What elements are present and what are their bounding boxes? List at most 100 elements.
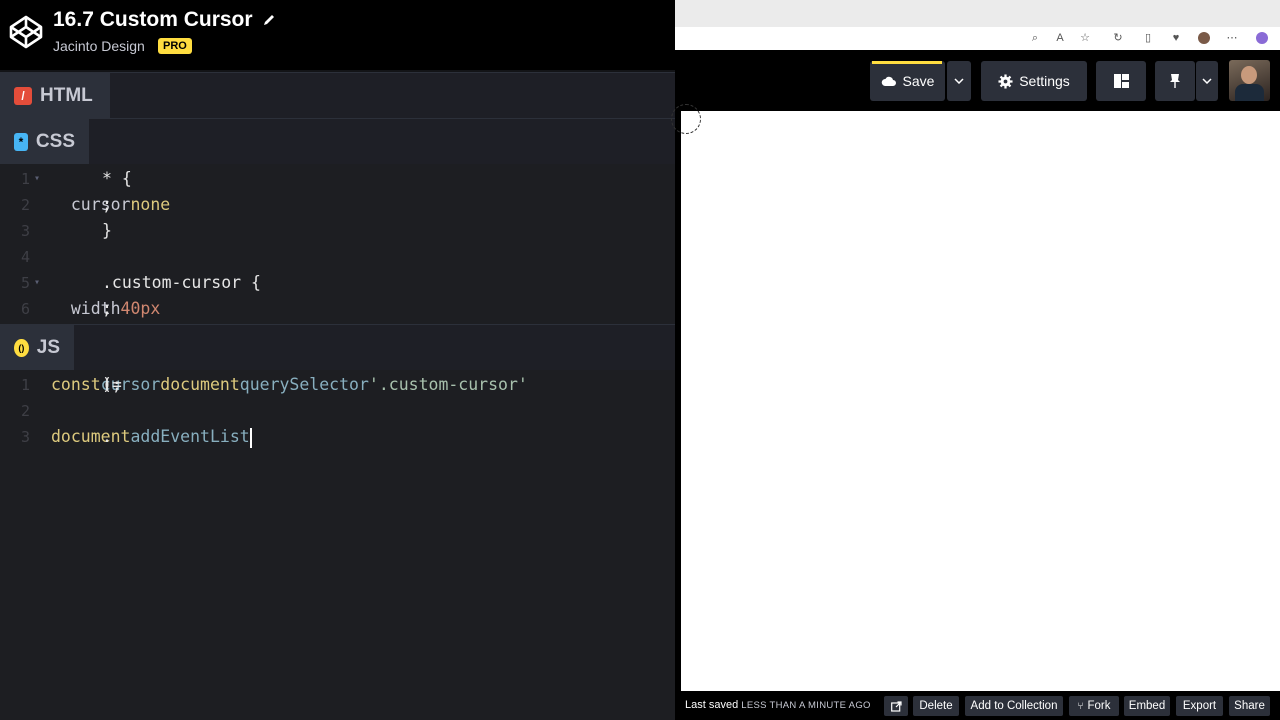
code-token: document bbox=[160, 375, 240, 394]
add-to-collection-button[interactable]: Add to Collection bbox=[965, 696, 1063, 716]
code-line[interactable]: 5 ▾ .custom-cursor { bbox=[0, 270, 675, 296]
pin-button[interactable] bbox=[1155, 61, 1195, 101]
code-token: . bbox=[102, 427, 112, 446]
browser-address-bar[interactable] bbox=[675, 27, 1280, 50]
code-line[interactable]: 6 width: 40px; bbox=[0, 296, 675, 322]
code-token: document bbox=[51, 427, 131, 446]
user-avatar[interactable] bbox=[1229, 60, 1270, 101]
code-token: querySelector bbox=[239, 375, 369, 394]
result-preview[interactable] bbox=[681, 111, 1280, 691]
gear-icon bbox=[998, 73, 1013, 89]
chevron-down-icon bbox=[1202, 78, 1212, 84]
line-number: 1 bbox=[20, 376, 30, 394]
code-text: document. addEventList bbox=[51, 424, 252, 450]
favorite-star-icon[interactable]: ☆ bbox=[1079, 32, 1091, 44]
delete-button[interactable]: Delete bbox=[913, 696, 959, 716]
tab-html[interactable]: / HTML bbox=[0, 73, 110, 119]
pin-icon bbox=[1170, 74, 1180, 88]
pen-header: 16.7 Custom Cursor Jacinto Design PRO bbox=[0, 0, 675, 70]
code-line[interactable]: 3} bbox=[0, 218, 675, 244]
line-number: 1 bbox=[20, 170, 30, 188]
tab-html-label: HTML bbox=[40, 85, 93, 106]
code-text: width: 40px; bbox=[51, 296, 160, 322]
line-number: 3 bbox=[20, 428, 30, 446]
line-number: 4 bbox=[20, 248, 30, 266]
line-number: 2 bbox=[20, 196, 30, 214]
layout-icon bbox=[1113, 74, 1129, 88]
fold-arrow-icon[interactable]: ▾ bbox=[34, 270, 40, 296]
css-editor[interactable]: 1 ▾ * {2 cursor: none; 3} 4 5 ▾ .custom-cursor … bbox=[0, 164, 675, 324]
fork-icon: ⑂ bbox=[1077, 700, 1084, 712]
html-panel-header[interactable]: / HTML bbox=[0, 72, 675, 119]
code-line[interactable]: 4 bbox=[0, 244, 675, 270]
fork-button[interactable]: ⑂ Fork bbox=[1069, 696, 1119, 716]
editor-column: 16.7 Custom Cursor Jacinto Design PRO / … bbox=[0, 0, 675, 720]
code-token: ); bbox=[102, 375, 122, 394]
split-screen-icon[interactable]: ▯ bbox=[1142, 32, 1154, 44]
custom-cursor-ring bbox=[671, 104, 701, 134]
refresh-icon[interactable]: ↻ bbox=[1112, 32, 1124, 44]
line-number: 5 bbox=[20, 274, 30, 292]
last-saved-status: Last saved LESS THAN A MINUTE AGO bbox=[685, 699, 871, 711]
code-token: const bbox=[51, 375, 101, 394]
author-name[interactable]: Jacinto Design bbox=[53, 38, 145, 54]
embed-button[interactable]: Embed bbox=[1124, 696, 1170, 716]
change-view-button[interactable] bbox=[1096, 61, 1146, 101]
code-token: addEventList bbox=[130, 427, 250, 446]
code-token: .custom-cursor { bbox=[102, 273, 261, 292]
code-line[interactable]: 2 bbox=[0, 398, 675, 424]
save-button[interactable]: Save bbox=[870, 61, 945, 101]
code-text: const cursor = document. querySelector('.… bbox=[51, 372, 528, 398]
code-line[interactable]: 1 ▾ * { bbox=[0, 166, 675, 192]
tab-css[interactable]: * CSS bbox=[0, 119, 89, 165]
code-line[interactable]: 3 document. addEventList bbox=[0, 424, 675, 450]
profile-icon[interactable] bbox=[1198, 32, 1210, 44]
code-token: '.custom-cursor' bbox=[368, 375, 528, 394]
code-token: * { bbox=[102, 169, 132, 188]
code-line[interactable]: 2 cursor: none; bbox=[0, 192, 675, 218]
pin-options-dropdown[interactable] bbox=[1196, 61, 1218, 101]
pen-title[interactable]: 16.7 Custom Cursor bbox=[53, 8, 253, 32]
save-options-dropdown[interactable] bbox=[947, 61, 971, 101]
pro-badge: PRO bbox=[158, 38, 192, 54]
text-caret bbox=[249, 427, 252, 448]
save-button-label: Save bbox=[902, 73, 935, 89]
codepen-logo-icon[interactable] bbox=[8, 14, 44, 50]
line-number: 6 bbox=[20, 300, 30, 318]
settings-button[interactable]: Settings bbox=[981, 61, 1087, 101]
zoom-icon[interactable]: ⌕ bbox=[1029, 32, 1041, 44]
more-options-icon[interactable]: ⋯ bbox=[1226, 32, 1238, 44]
collections-icon[interactable]: ♥ bbox=[1170, 32, 1182, 44]
settings-button-label: Settings bbox=[1019, 73, 1070, 89]
copilot-icon[interactable] bbox=[1256, 32, 1268, 44]
code-token: none bbox=[130, 195, 171, 214]
read-aloud-icon[interactable]: A bbox=[1054, 32, 1066, 44]
export-button[interactable]: Export bbox=[1176, 696, 1223, 716]
tab-css-label: CSS bbox=[35, 131, 75, 152]
cloud-icon bbox=[881, 76, 896, 86]
code-token: } bbox=[102, 221, 112, 240]
css-badge-icon: * bbox=[14, 133, 28, 151]
open-external-button[interactable] bbox=[884, 696, 908, 716]
pencil-edit-icon[interactable] bbox=[261, 12, 277, 28]
fold-arrow-icon[interactable]: ▾ bbox=[34, 166, 40, 192]
code-line[interactable]: 1 const cursor = document. querySelector('… bbox=[0, 372, 675, 398]
line-number: 2 bbox=[20, 402, 30, 420]
chevron-down-icon bbox=[954, 78, 964, 84]
share-button[interactable]: Share bbox=[1229, 696, 1270, 716]
last-saved-label: Last saved bbox=[685, 699, 739, 711]
html-badge-icon: / bbox=[14, 87, 32, 105]
line-number: 3 bbox=[20, 222, 30, 240]
tab-js[interactable]: () JS bbox=[0, 325, 74, 371]
js-editor[interactable]: 1 const cursor = document. querySelector('… bbox=[0, 370, 675, 720]
fork-button-label: Fork bbox=[1087, 700, 1111, 712]
last-saved-time: LESS THAN A MINUTE AGO bbox=[741, 700, 871, 711]
css-panel-header[interactable]: * CSS bbox=[0, 118, 675, 165]
tab-js-label: JS bbox=[36, 337, 60, 358]
js-panel-header[interactable]: () JS bbox=[0, 324, 675, 371]
save-accent-bar bbox=[872, 61, 942, 64]
code-token: ; bbox=[102, 195, 112, 214]
js-badge-icon: () bbox=[14, 339, 29, 357]
code-token: 40px bbox=[120, 299, 161, 318]
code-text: cursor: none; bbox=[51, 192, 170, 218]
